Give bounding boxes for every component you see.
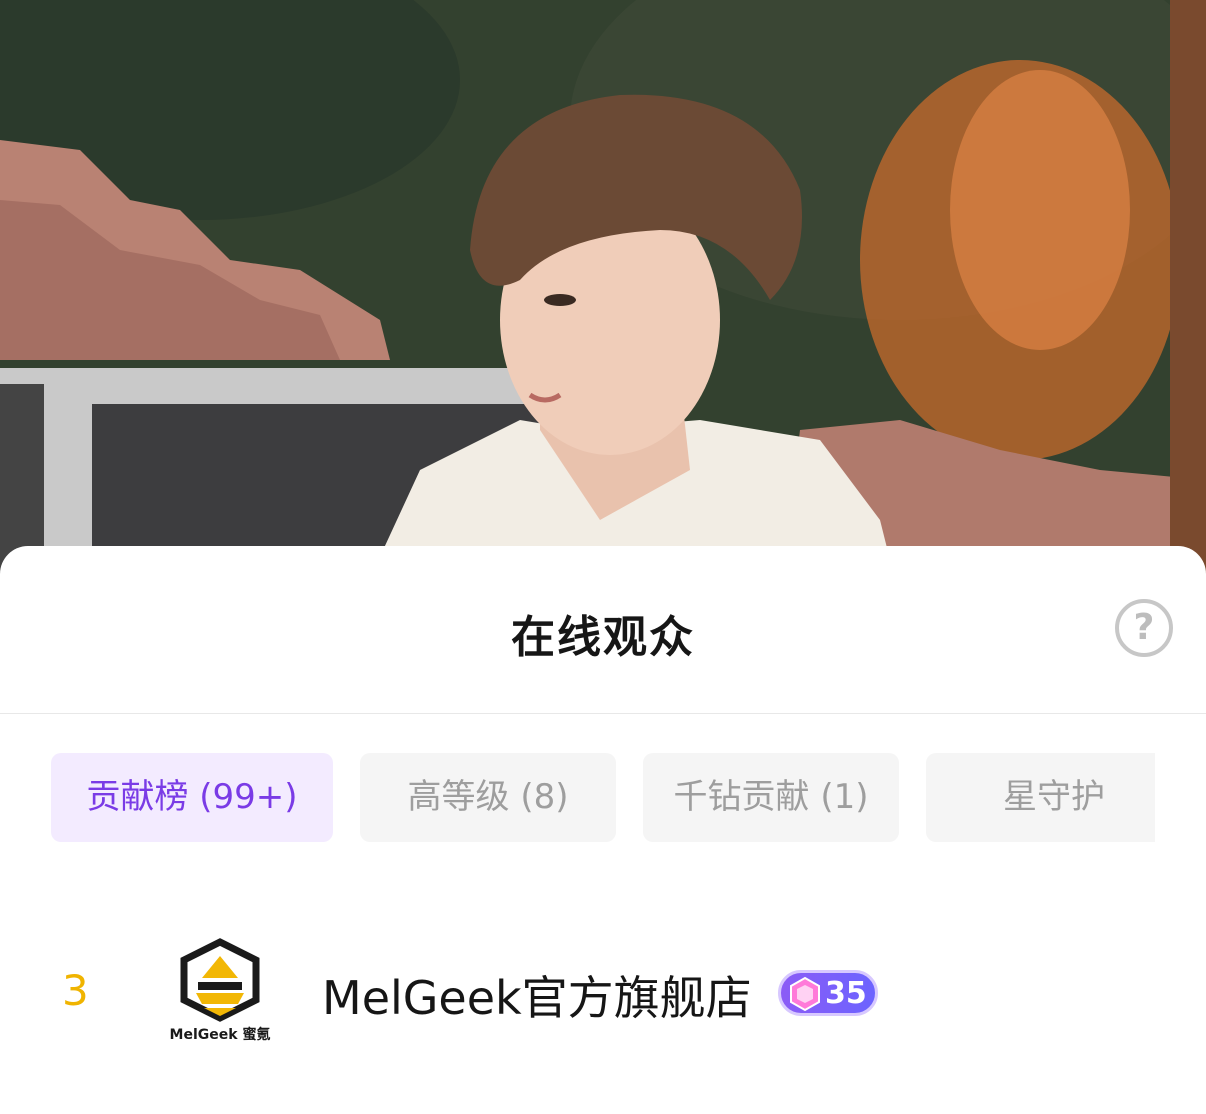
panel-title: 在线观众 <box>511 612 695 663</box>
question-circle-icon[interactable]: ? <box>1115 599 1173 657</box>
tab-diamond-contribution[interactable]: 千钻贡献 (1) <box>643 753 899 842</box>
tab-high-level[interactable]: 高等级 (8) <box>360 753 616 842</box>
panel-header: 在线观众 ? <box>0 546 1206 714</box>
gem-icon <box>790 976 820 1012</box>
melgeek-logo-icon <box>180 938 260 1022</box>
rank-number: 3 <box>62 966 89 1015</box>
level-number: 35 <box>825 976 867 1011</box>
avatar[interactable]: MelGeek 蜜氪 <box>160 938 280 1048</box>
list-item[interactable]: 3 MelGeek 蜜氪 MelGeek官方旗舰店 35 <box>0 924 1206 1064</box>
video-frame-image <box>0 0 1206 600</box>
tab-contribution[interactable]: 贡献榜 (99+) <box>51 753 333 842</box>
avatar-caption: MelGeek 蜜氪 <box>169 1027 271 1043</box>
tab-bar: 贡献榜 (99+) 高等级 (8) 千钻贡献 (1) 星守护 <box>0 753 1206 843</box>
live-room-screen: 在线观众 ? 贡献榜 (99+) 高等级 (8) 千钻贡献 (1) 星守护 3 <box>0 0 1206 1114</box>
user-name: MelGeek官方旗舰店 <box>322 971 752 1025</box>
level-badge: 35 <box>778 970 878 1016</box>
tab-star-guard[interactable]: 星守护 <box>926 753 1155 842</box>
online-audience-panel: 在线观众 ? 贡献榜 (99+) 高等级 (8) 千钻贡献 (1) 星守护 3 <box>0 546 1206 1114</box>
live-video[interactable] <box>0 0 1206 600</box>
